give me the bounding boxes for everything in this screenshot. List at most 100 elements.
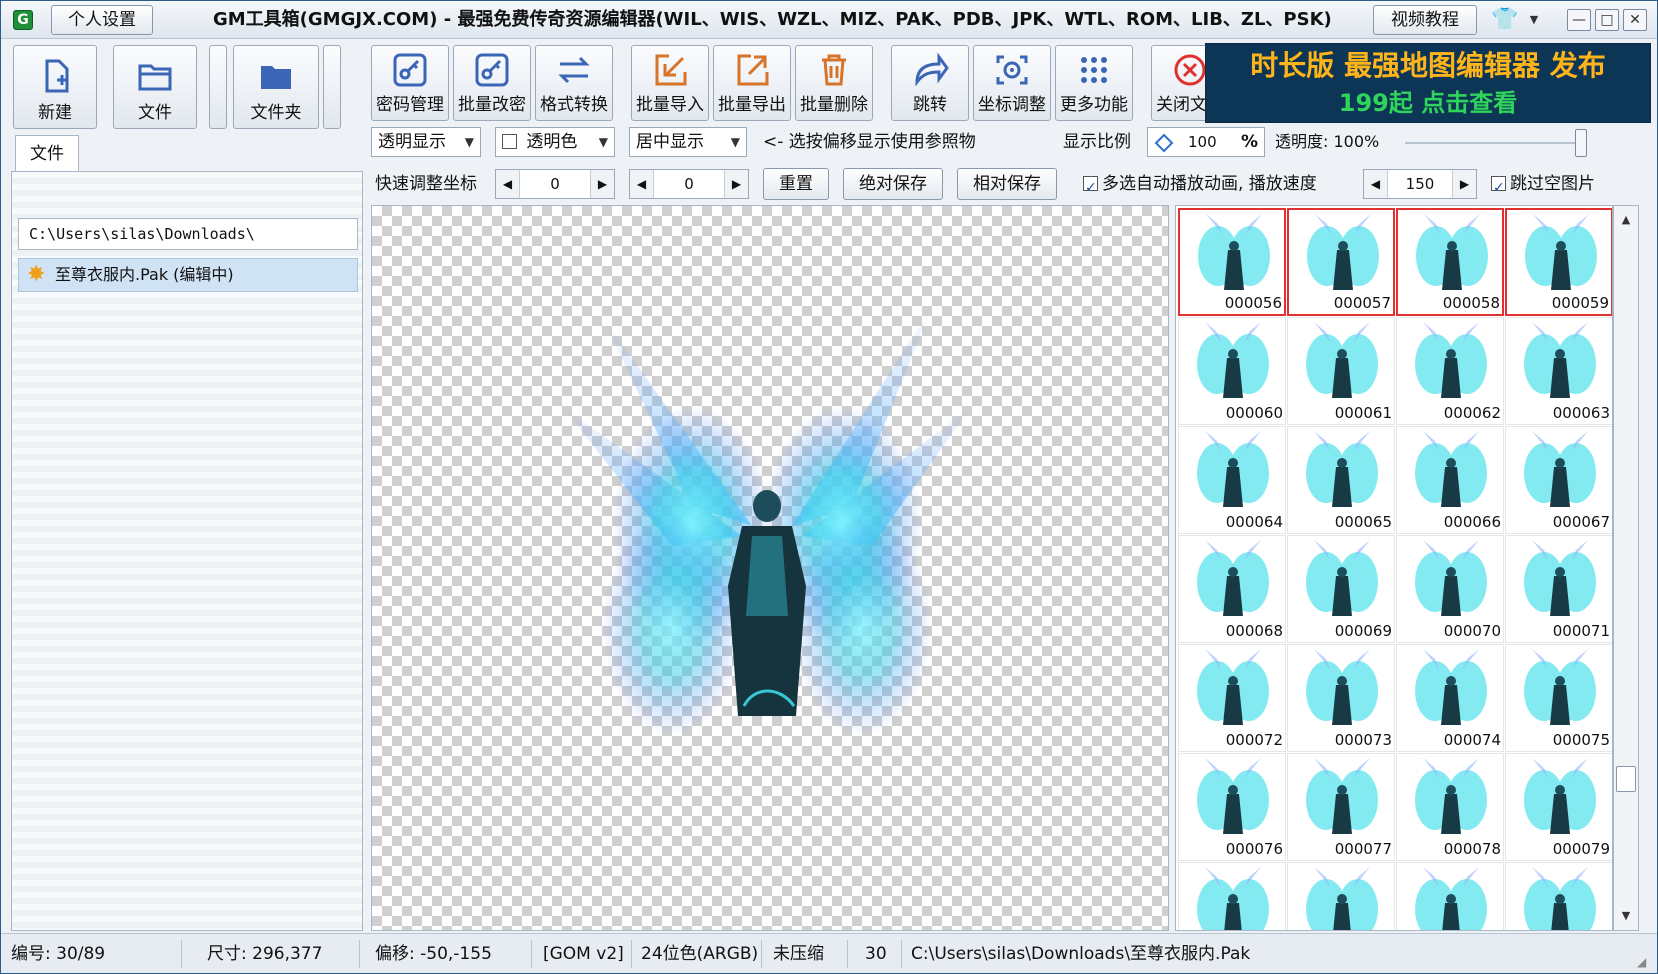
reset-button[interactable]: 重置 (763, 168, 829, 200)
thumbnail-item[interactable] (1287, 862, 1395, 930)
thumbnail-item[interactable]: 000073 (1287, 644, 1395, 752)
batch-delete-button[interactable]: 批量删除 (795, 45, 873, 121)
batch-export-button[interactable]: 批量导出 (713, 45, 791, 121)
thumbnail-item[interactable]: 000064 (1178, 426, 1286, 534)
absolute-save-button[interactable]: 绝对保存 (843, 168, 943, 200)
thumbnail-item[interactable]: 000058 (1396, 208, 1504, 316)
video-tutorial-button[interactable]: 视频教程 (1373, 5, 1477, 35)
thumbnail-item[interactable]: 000065 (1287, 426, 1395, 534)
thumbnail-scrollbar[interactable]: ▲ ▼ (1613, 205, 1639, 931)
y-coord-stepper[interactable]: ◀ 0 ▶ (629, 169, 749, 199)
folder-dropdown-button[interactable] (323, 45, 341, 129)
speed-value[interactable]: 150 (1388, 170, 1452, 198)
thumbnail-item[interactable]: 000071 (1505, 535, 1612, 643)
batch-import-button[interactable]: 批量导入 (631, 45, 709, 121)
thumbnail-item[interactable] (1505, 862, 1612, 930)
more-functions-button[interactable]: 更多功能 (1055, 45, 1133, 121)
new-button[interactable]: 新建 (13, 45, 97, 129)
thumbnail-item[interactable]: 000074 (1396, 644, 1504, 752)
transparent-color-checkbox[interactable] (502, 134, 517, 149)
thumbnail-number: 000056 (1224, 294, 1282, 312)
x-coord-stepper[interactable]: ◀ 0 ▶ (495, 169, 615, 199)
path-display[interactable]: C:\Users\silas\Downloads\ (18, 218, 358, 250)
list-item[interactable]: ✸ 至尊衣服内.Pak (编辑中) (18, 258, 358, 292)
thumbnail-item[interactable]: 000076 (1178, 753, 1286, 861)
sprite-thumbnail-icon (1415, 431, 1487, 507)
tab-file[interactable]: 文件 (15, 135, 79, 171)
thumbnail-item[interactable]: 000060 (1178, 317, 1286, 425)
scale-field[interactable]: 100 % (1147, 127, 1265, 157)
thumbnail-item[interactable]: 000067 (1505, 426, 1612, 534)
thumbnail-item[interactable]: 000072 (1178, 644, 1286, 752)
eraser-icon[interactable] (1154, 133, 1174, 153)
sprite-thumbnail-icon (1524, 758, 1596, 834)
skin-shirt-icon[interactable]: 👕 (1491, 7, 1519, 33)
scroll-down-icon[interactable]: ▼ (1616, 906, 1636, 926)
thumbnail-item[interactable]: 000077 (1287, 753, 1395, 861)
thumbnail-item[interactable]: 000079 (1505, 753, 1612, 861)
minimize-button[interactable]: — (1567, 9, 1591, 31)
thumbnail-item[interactable]: 000061 (1287, 317, 1395, 425)
decrement-speed-button[interactable]: ◀ (1364, 170, 1388, 198)
thumbnail-number: 000076 (1225, 840, 1283, 858)
skip-empty-checkbox[interactable] (1491, 173, 1506, 203)
thumbnail-item[interactable]: 000056 (1178, 208, 1286, 316)
skip-empty-option[interactable]: 跳过空图片 (1491, 169, 1595, 203)
personal-settings-button[interactable]: 个人设置 (51, 5, 153, 35)
file-dropdown-button[interactable] (209, 45, 227, 129)
autoplay-checkbox[interactable] (1083, 173, 1098, 203)
speed-stepper[interactable]: ◀ 150 ▶ (1363, 169, 1477, 199)
increment-y-button[interactable]: ▶ (724, 170, 748, 198)
transparent-display-value: 透明显示 (378, 132, 446, 152)
transparent-color-select[interactable]: 透明色 ▼ (495, 127, 615, 157)
opacity-slider-handle[interactable] (1575, 129, 1587, 157)
y-coord-value[interactable]: 0 (654, 170, 724, 198)
thumbnail-item[interactable]: 000069 (1287, 535, 1395, 643)
thumbnail-item[interactable] (1396, 862, 1504, 930)
maximize-button[interactable]: □ (1595, 9, 1619, 31)
scroll-up-icon[interactable]: ▲ (1616, 210, 1636, 230)
thumbnail-item[interactable]: 000075 (1505, 644, 1612, 752)
autoplay-option[interactable]: 多选自动播放动画, 播放速度 (1083, 169, 1317, 203)
thumbnail-item[interactable]: 000078 (1396, 753, 1504, 861)
increment-speed-button[interactable]: ▶ (1452, 170, 1476, 198)
decrement-y-button[interactable]: ◀ (630, 170, 654, 198)
folder-open-icon (138, 64, 172, 91)
thumbnail-item[interactable] (1178, 862, 1286, 930)
open-file-button[interactable]: 文件 (113, 45, 197, 129)
chevron-down-icon[interactable]: ▼ (1527, 13, 1541, 27)
format-convert-button[interactable]: 格式转换 (535, 45, 613, 121)
resize-grip-icon[interactable]: ◢ (1637, 955, 1651, 969)
thumbnail-item[interactable]: 000066 (1396, 426, 1504, 534)
password-manage-button[interactable]: 密码管理 (371, 45, 449, 121)
thumbnail-item[interactable]: 000057 (1287, 208, 1395, 316)
relative-save-button[interactable]: 相对保存 (957, 168, 1057, 200)
jump-button[interactable]: 跳转 (891, 45, 969, 121)
center-display-select[interactable]: 居中显示 ▼ (629, 127, 747, 157)
decrement-x-button[interactable]: ◀ (496, 170, 520, 198)
thumbnail-item[interactable]: 000059 (1505, 208, 1612, 316)
x-coord-value[interactable]: 0 (520, 170, 590, 198)
transparent-display-select[interactable]: 透明显示 ▼ (371, 127, 481, 157)
scrollbar-handle[interactable] (1616, 766, 1636, 792)
sprite-thumbnail-icon (1524, 867, 1596, 930)
thumbnail-number: 000074 (1443, 731, 1501, 749)
increment-x-button[interactable]: ▶ (590, 170, 614, 198)
thumbnail-number: 000058 (1442, 294, 1500, 312)
thumbnail-item[interactable]: 000070 (1396, 535, 1504, 643)
thumbnail-number: 000065 (1334, 513, 1392, 531)
thumbnail-item[interactable]: 000063 (1505, 317, 1612, 425)
sprite-thumbnail-icon (1198, 214, 1270, 290)
coord-adjust-button[interactable]: 坐标调整 (973, 45, 1051, 121)
thumbnail-number: 000059 (1551, 294, 1609, 312)
status-divider (901, 940, 902, 968)
left-panel: 新建 文件 文件夹 文件 C:\Users\silas\Downloads\ ✸… (11, 43, 363, 931)
thumbnail-item[interactable]: 000062 (1396, 317, 1504, 425)
batch-password-button[interactable]: 批量改密 (453, 45, 531, 121)
thumbnail-item[interactable]: 000068 (1178, 535, 1286, 643)
promo-banner[interactable]: 时长版 最强地图编辑器 发布 199起 点击查看 (1205, 43, 1651, 123)
close-window-button[interactable]: ✕ (1623, 9, 1647, 31)
preview-canvas[interactable] (371, 205, 1169, 931)
open-folder-button[interactable]: 文件夹 (233, 45, 319, 129)
opacity-slider-track[interactable] (1405, 142, 1585, 144)
